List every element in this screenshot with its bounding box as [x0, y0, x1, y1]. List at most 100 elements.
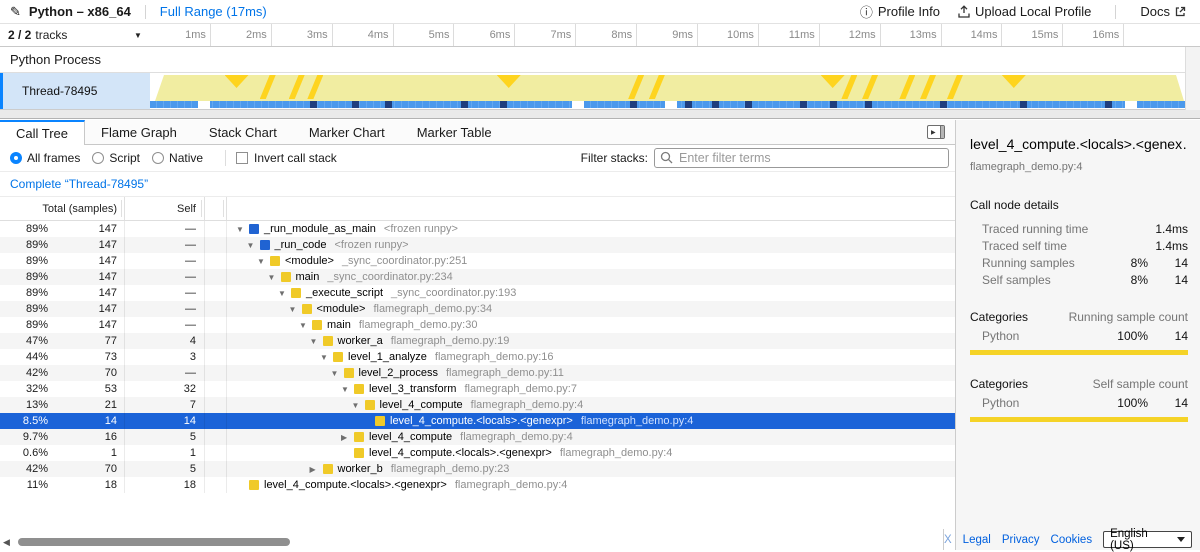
expander-open-icon[interactable]: ▼	[289, 305, 302, 314]
yellow-category-icon	[354, 432, 364, 442]
scrollbar-thumb[interactable]	[18, 538, 290, 546]
profile-info-button[interactable]: ⓘ Profile Info	[860, 2, 940, 21]
footer-link-privacy[interactable]: Privacy	[1002, 534, 1040, 546]
table-row[interactable]: 89%147—▼mainflamegraph_demo.py:30	[0, 317, 955, 333]
tab-call-tree[interactable]: Call Tree	[0, 120, 85, 145]
radio-all-frames[interactable]: All frames	[10, 151, 80, 165]
function-file: flamegraph_demo.py:4	[460, 431, 573, 443]
upload-profile-button[interactable]: Upload Local Profile	[958, 4, 1091, 19]
breadcrumb[interactable]: Complete “Thread-78495”	[10, 177, 148, 191]
footer-link-legal[interactable]: Legal	[963, 534, 991, 546]
blue-category-icon	[249, 224, 259, 234]
expander-open-icon[interactable]: ▼	[236, 225, 249, 234]
upload-icon	[958, 5, 970, 18]
footer-link-cookies[interactable]: Cookies	[1051, 534, 1093, 546]
cell-tree: ▼_execute_script_sync_coordinator.py:193	[227, 285, 955, 301]
cell-tree: ▶worker_bflamegraph_demo.py:23	[227, 461, 955, 477]
thread-track[interactable]: Thread-78495	[0, 73, 1200, 110]
sample-cluster-tick	[745, 101, 752, 108]
tracks-count: 2 / 2	[8, 28, 31, 42]
expander-open-icon[interactable]: ▼	[310, 337, 323, 346]
expander-closed-icon[interactable]: ▶	[310, 465, 323, 474]
table-row[interactable]: 9.7%165▶level_4_computeflamegraph_demo.p…	[0, 429, 955, 445]
detail-row: Traced self time1.4ms	[970, 237, 1188, 254]
filter-stacks-input[interactable]	[654, 148, 949, 168]
table-row[interactable]: 89%147—▼<module>flamegraph_demo.py:34	[0, 301, 955, 317]
total-count: 18	[48, 479, 117, 491]
ruler-tick: 6ms	[454, 24, 515, 46]
thread-track-label-box[interactable]: Thread-78495	[0, 73, 150, 109]
expander-open-icon[interactable]: ▼	[257, 257, 270, 266]
footer-links: X Legal Privacy Cookies	[944, 534, 1092, 546]
table-row[interactable]: 32%5332▼level_3_transformflamegraph_demo…	[0, 381, 955, 397]
table-row[interactable]: 44%733▼level_1_analyzeflamegraph_demo.py…	[0, 349, 955, 365]
total-count: 147	[48, 287, 117, 299]
expander-open-icon[interactable]: ▼	[299, 321, 312, 330]
sample-cluster-tick	[1105, 101, 1112, 108]
cell-icon	[205, 477, 227, 493]
cell-self: —	[125, 285, 205, 301]
category-name: Python	[982, 329, 1106, 343]
language-select[interactable]: English (US)	[1103, 531, 1192, 548]
table-row[interactable]: 8.5%1414level_4_compute.<locals>.<genexp…	[0, 413, 955, 429]
cell-total: 89%147	[0, 269, 125, 285]
function-name: level_1_analyze	[348, 351, 427, 363]
expander-open-icon[interactable]: ▼	[352, 401, 365, 410]
sidebar-toggle-button[interactable]: ▶	[927, 125, 945, 139]
tab-marker-table[interactable]: Marker Table	[401, 120, 508, 144]
table-row[interactable]: 89%147—▼main_sync_coordinator.py:234	[0, 269, 955, 285]
cell-total: 42%70	[0, 461, 125, 477]
table-row[interactable]: 89%147—▼<module>_sync_coordinator.py:251	[0, 253, 955, 269]
sample-cluster-tick	[500, 101, 507, 108]
table-row[interactable]: 89%147—▼_run_module_as_main<frozen runpy…	[0, 221, 955, 237]
table-row[interactable]: 13%217▼level_4_computeflamegraph_demo.py…	[0, 397, 955, 413]
expander-open-icon[interactable]: ▼	[320, 353, 333, 362]
ruler-ticks: 1ms2ms3ms4ms5ms6ms7ms8ms9ms10ms11ms12ms1…	[150, 24, 1200, 46]
table-row[interactable]: 89%147—▼_execute_script_sync_coordinator…	[0, 285, 955, 301]
radio-script[interactable]: Script	[92, 151, 140, 165]
table-row[interactable]: 11%1818level_4_compute.<locals>.<genexpr…	[0, 477, 955, 493]
tab-flame-graph[interactable]: Flame Graph	[85, 120, 193, 144]
expander-open-icon[interactable]: ▼	[278, 289, 291, 298]
expander-open-icon[interactable]: ▼	[331, 369, 344, 378]
cell-self: 3	[125, 349, 205, 365]
tracks-dropdown[interactable]: 2 / 2 tracks ▼	[0, 24, 150, 46]
radio-native[interactable]: Native	[152, 151, 203, 165]
expander-closed-icon[interactable]: ▶	[341, 433, 354, 442]
scroll-left-arrow-icon[interactable]: ◀	[3, 537, 10, 548]
docs-link[interactable]: Docs	[1140, 4, 1186, 19]
tab-marker-chart[interactable]: Marker Chart	[293, 120, 401, 144]
ruler-tick: 2ms	[211, 24, 272, 46]
total-percent: 89%	[0, 223, 48, 235]
thread-activity-graph[interactable]	[150, 73, 1185, 109]
expander-open-icon[interactable]: ▼	[341, 385, 354, 394]
cell-tree: ▼level_2_processflamegraph_demo.py:11	[227, 365, 955, 381]
sample-gap	[198, 101, 210, 108]
cell-total: 42%70	[0, 365, 125, 381]
column-header-self[interactable]: Self	[125, 197, 205, 220]
total-count: 147	[48, 223, 117, 235]
column-header-total[interactable]: Total (samples)	[0, 197, 125, 220]
timeline-scrollbar-gutter	[1185, 47, 1200, 110]
invert-call-stack-checkbox[interactable]: Invert call stack	[236, 151, 337, 165]
expander-open-icon[interactable]: ▼	[268, 273, 281, 282]
process-track-header[interactable]: Python Process	[0, 47, 1200, 73]
edit-profile-name-icon[interactable]: ✎	[10, 4, 21, 20]
table-row[interactable]: 47%774▼worker_aflamegraph_demo.py:19	[0, 333, 955, 349]
ruler-tick: 16ms	[1063, 24, 1124, 46]
table-row[interactable]: 42%70—▼level_2_processflamegraph_demo.py…	[0, 365, 955, 381]
yellow-category-icon	[354, 384, 364, 394]
radio-label: Native	[169, 151, 203, 165]
tab-stack-chart[interactable]: Stack Chart	[193, 120, 293, 144]
table-row[interactable]: 42%705▶worker_bflamegraph_demo.py:23	[0, 461, 955, 477]
function-file: flamegraph_demo.py:16	[435, 351, 554, 363]
cell-self: 5	[125, 429, 205, 445]
table-row[interactable]: 0.6%11level_4_compute.<locals>.<genexpr>…	[0, 445, 955, 461]
expander-open-icon[interactable]: ▼	[247, 241, 260, 250]
table-row[interactable]: 89%147—▼_run_code<frozen runpy>	[0, 237, 955, 253]
footer-link-x[interactable]: X	[944, 534, 952, 546]
sample-gap	[572, 101, 584, 108]
full-range-button[interactable]: Full Range (17ms)	[160, 4, 267, 19]
function-file: flamegraph_demo.py:4	[560, 447, 673, 459]
yellow-category-icon	[333, 352, 343, 362]
